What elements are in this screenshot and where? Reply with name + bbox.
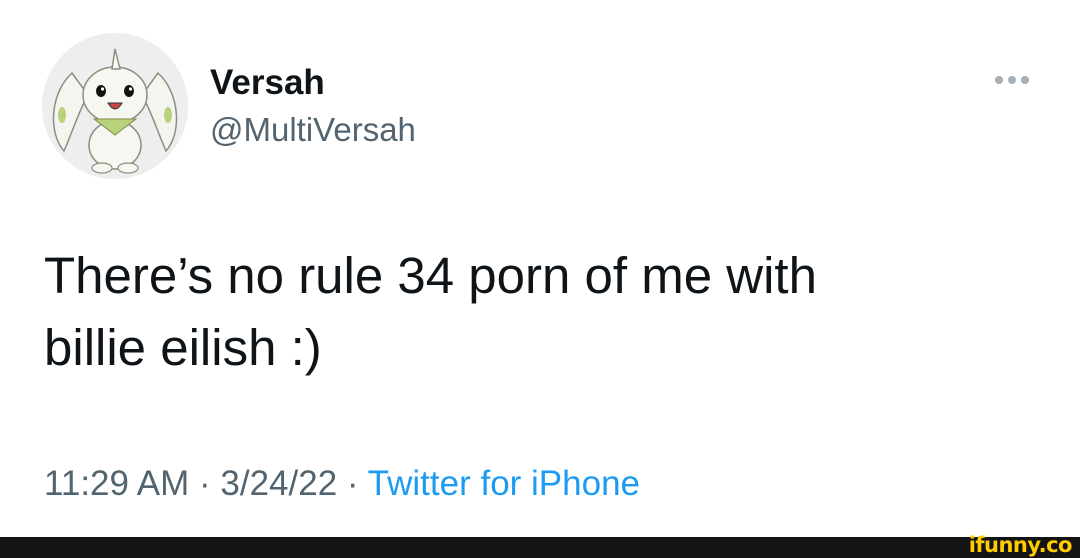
terriermon-avatar-icon [42, 33, 188, 179]
more-horizontal-icon-dot [1021, 76, 1029, 84]
meta-separator: · [346, 464, 359, 503]
ifunny-logo: ifunny.co [968, 533, 1073, 557]
tweet-text: There’s no rule 34 porn of me with billi… [44, 247, 817, 376]
tweet-date[interactable]: 3/24/22 [220, 464, 337, 503]
more-options-button[interactable] [984, 62, 1040, 98]
watermark-bar [0, 537, 1080, 558]
user-handle[interactable]: @MultiVersah [210, 110, 416, 150]
meta-separator: · [199, 464, 211, 503]
tweet-card: Versah @MultiVersah There’s no rule 34 p… [0, 0, 1080, 537]
more-horizontal-icon-dot [1008, 76, 1016, 84]
avatar[interactable] [42, 33, 188, 179]
display-name[interactable]: Versah [210, 63, 325, 103]
tweet-source-link[interactable]: Twitter for iPhone [368, 464, 640, 503]
tweet-time[interactable]: 11:29 AM [44, 464, 189, 503]
tweet-meta: 11:29 AM · 3/24/22 · Twitter for iPhone [44, 460, 640, 508]
more-horizontal-icon [995, 76, 1003, 84]
